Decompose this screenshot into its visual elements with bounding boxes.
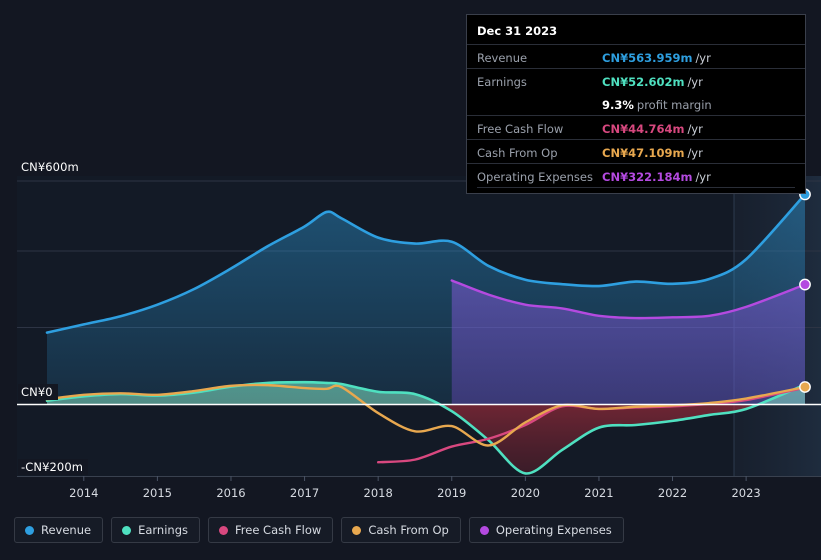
- legend-item-free-cash-flow[interactable]: Free Cash Flow: [208, 517, 334, 543]
- legend-color-dot-icon: [25, 525, 34, 535]
- legend-item-label: Earnings: [138, 523, 188, 537]
- tooltip-row-operating-expenses: Operating Expenses CN¥322.184m/yr: [467, 163, 805, 187]
- legend-item-earnings[interactable]: Earnings: [111, 517, 200, 543]
- legend-color-dot-icon: [352, 525, 362, 535]
- legend-item-revenue[interactable]: Revenue: [14, 517, 104, 543]
- tooltip-date: Dec 31 2023: [477, 24, 558, 38]
- chart-legend[interactable]: Revenue Earnings Free Cash Flow Cash From O…: [14, 517, 624, 543]
- legend-item-operating-expenses[interactable]: Operating Expenses: [468, 517, 624, 543]
- tooltip-row-label: Operating Expenses: [477, 170, 593, 184]
- legend-color-dot-icon: [219, 525, 228, 535]
- tooltip-row-cash-from-op: Cash From Op CN¥47.109m/yr: [467, 139, 805, 163]
- tooltip-row-unit: /yr: [695, 170, 711, 184]
- tooltip-row-unit: /yr: [687, 75, 703, 89]
- endpoint-marker-cash-from-op: [799, 381, 811, 393]
- tooltip-row-value: CN¥44.764m: [602, 122, 685, 136]
- tooltip-row-revenue: Revenue CN¥563.959m/yr: [467, 44, 805, 68]
- tooltip-row-value: CN¥563.959m: [602, 51, 693, 65]
- tooltip-row-label: Cash From Op: [477, 146, 558, 160]
- tooltip-bottom-rule: [477, 187, 795, 188]
- financial-chart: CN¥600m CN¥0 -CN¥200m 2014 2015 2016 2017 20…: [0, 0, 821, 560]
- tooltip-row-value: CN¥322.184m: [602, 170, 693, 184]
- tooltip-row-unit: /yr: [687, 122, 703, 136]
- tooltip-row-profit-margin: 9.3% profit margin: [467, 92, 805, 115]
- tooltip-row-label: Revenue: [477, 51, 528, 65]
- endpoint-marker-operating-expenses: [799, 278, 811, 291]
- tooltip-rows: Revenue CN¥563.959m/yr Earnings CN¥52.602m /…: [467, 44, 805, 188]
- tooltip-row-earnings: Earnings CN¥52.602m/yr: [467, 68, 805, 92]
- tooltip-row-value: CN¥52.602m: [602, 75, 685, 89]
- chart-tooltip: Dec 31 2023 Revenue CN¥563.959m/yr Earning…: [466, 14, 806, 194]
- tooltip-row-unit: /yr: [695, 51, 711, 65]
- legend-item-cash-from-op[interactable]: Cash From Op: [341, 517, 461, 543]
- legend-color-dot-icon: [122, 525, 132, 535]
- tooltip-row-label: Free Cash Flow: [477, 122, 564, 136]
- legend-item-label: Cash From Op: [368, 523, 449, 537]
- profit-margin-value: 9.3%: [602, 98, 634, 112]
- tooltip-row-value: CN¥47.109m: [602, 146, 685, 160]
- tooltip-row-label: Earnings: [477, 75, 527, 89]
- profit-margin-label: profit margin: [636, 98, 712, 112]
- legend-item-label: Free Cash Flow: [235, 523, 322, 537]
- tooltip-row-free-cash-flow: Free Cash Flow CN¥44.764m/yr: [467, 115, 805, 139]
- legend-color-dot-icon: [479, 525, 489, 535]
- legend-item-label: Operating Expenses: [495, 523, 612, 537]
- legend-item-label: Revenue: [41, 523, 92, 537]
- tooltip-row-unit: /yr: [687, 146, 703, 160]
